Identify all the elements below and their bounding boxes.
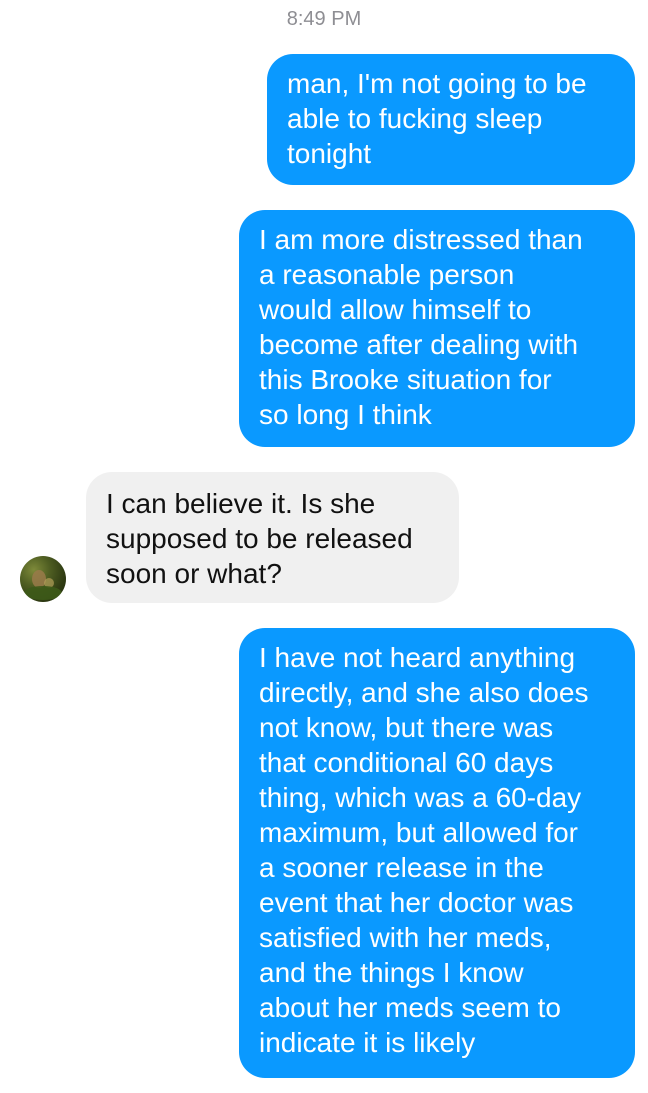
incoming-message-bubble[interactable]: I can believe it. Is she supposed to be … [86, 472, 459, 603]
outgoing-message-bubble[interactable]: I am more distressed than a reasonable p… [239, 210, 635, 447]
outgoing-message-bubble[interactable]: man, I'm not going to be able to fucking… [267, 54, 635, 185]
outgoing-message-bubble[interactable]: I have not heard anything directly, and … [239, 628, 635, 1078]
contact-avatar[interactable] [20, 556, 66, 602]
message-timestamp: 8:49 PM [286, 8, 362, 30]
avatar-photo-detail [24, 586, 62, 600]
